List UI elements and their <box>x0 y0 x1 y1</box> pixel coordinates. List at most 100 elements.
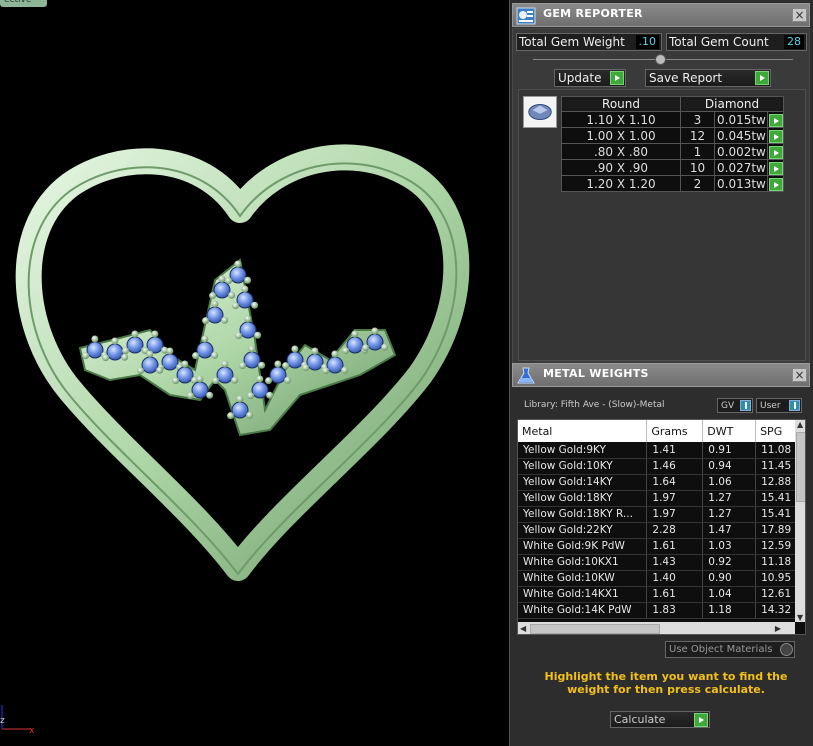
gear-icon <box>780 643 793 656</box>
metal-name-cell: White Gold:9K PdW <box>518 538 648 555</box>
prong <box>239 362 247 370</box>
dwt-cell: 1.03 <box>702 538 757 555</box>
prong <box>251 301 259 309</box>
total-gem-count-field: Total Gem Count 28 <box>666 33 807 51</box>
metal-row[interactable]: White Gold:14K PdW 1.83 1.18 14.32 <box>518 602 804 619</box>
update-button-label: Update <box>558 71 602 85</box>
gem-reporter-header[interactable]: GEM REPORTER × <box>512 3 810 27</box>
diamond-stone <box>326 356 344 374</box>
column-header-grams[interactable]: Grams <box>646 420 704 442</box>
prong <box>331 350 339 358</box>
round-diamond-thumbnail[interactable] <box>523 96 557 128</box>
select-gem-button[interactable] <box>767 127 784 144</box>
viewport-3d[interactable]: ective z x <box>0 0 509 746</box>
gem-row[interactable]: 1.00 X 1.00 12 0.045tw <box>561 127 784 144</box>
metal-table: Metal Grams DWT SPG Yellow Gold:9KY 1.41 0… <box>518 420 804 619</box>
library-label: Library: Fifth Ave - (Slow)-Metal <box>524 400 665 410</box>
metal-row[interactable]: White Gold:9K PdW 1.61 1.03 12.59 <box>518 538 804 555</box>
prong <box>235 332 243 340</box>
scroll-right-icon[interactable]: ▶ <box>775 624 781 633</box>
prong <box>284 376 292 384</box>
toggle-switch-icon <box>740 400 751 411</box>
metal-name-cell: Yellow Gold:18KY R... <box>518 506 648 523</box>
gv-toggle[interactable]: GV <box>717 398 753 413</box>
dwt-cell: 1.06 <box>702 474 757 491</box>
gem-type-header: Diamond <box>680 96 784 112</box>
prong <box>351 330 359 338</box>
gem-count-cell: 1 <box>680 143 715 160</box>
column-header-dwt[interactable]: DWT <box>702 420 757 442</box>
user-toggle-label: User <box>760 401 781 411</box>
instruction-text: Highlight the item you want to find the … <box>544 670 788 696</box>
scroll-thumb[interactable] <box>796 432 805 502</box>
prong <box>187 392 195 400</box>
gem-row[interactable]: 1.10 X 1.10 3 0.015tw <box>561 111 784 128</box>
metal-row[interactable]: Yellow Gold:22KY 2.28 1.47 17.89 <box>518 522 804 539</box>
use-object-materials-button[interactable]: Use Object Materials <box>665 641 795 658</box>
select-gem-button[interactable] <box>767 143 784 160</box>
scroll-up-icon[interactable]: ▲ <box>797 420 803 429</box>
scroll-left-icon[interactable]: ◀ <box>520 624 526 633</box>
close-icon[interactable]: × <box>792 368 807 382</box>
metal-weights-header[interactable]: METAL WEIGHTS × <box>512 363 810 387</box>
metal-table-container: Metal Grams DWT SPG Yellow Gold:9KY 1.41 0… <box>517 419 806 635</box>
diamond-stone <box>216 366 234 384</box>
save-report-button[interactable]: Save Report <box>645 69 771 87</box>
play-arrow-icon <box>768 145 783 159</box>
prong <box>241 285 249 293</box>
gem-row[interactable]: .90 X .90 10 0.027tw <box>561 159 784 176</box>
dwt-cell: 1.47 <box>702 522 757 539</box>
metal-row[interactable]: Yellow Gold:9KY 1.41 0.91 11.08 <box>518 442 804 459</box>
gem-row[interactable]: 1.20 X 1.20 2 0.013tw <box>561 175 784 192</box>
diamond-stone <box>231 401 249 419</box>
metal-row[interactable]: White Gold:10KW 1.40 0.90 10.95 <box>518 570 804 587</box>
gem-shape-header: Round <box>561 96 681 112</box>
select-gem-button[interactable] <box>767 111 784 128</box>
diamond-stone <box>251 381 269 399</box>
prong <box>266 391 274 399</box>
horizontal-scrollbar[interactable]: ◀ ▶ <box>518 622 795 634</box>
gem-list-area: Round Diamond 1.10 X 1.10 3 0.015tw 1.00 X … <box>518 89 806 361</box>
metal-row[interactable]: Yellow Gold:14KY 1.64 1.06 12.88 <box>518 474 804 491</box>
gem-size-cell: 1.00 X 1.00 <box>561 127 681 144</box>
metal-row[interactable]: Yellow Gold:18KY R... 1.97 1.27 15.41 <box>518 506 804 523</box>
metal-row[interactable]: Yellow Gold:18KY 1.97 1.27 15.41 <box>518 490 804 507</box>
metal-row[interactable]: Yellow Gold:10KY 1.46 0.94 11.45 <box>518 458 804 475</box>
select-gem-button[interactable] <box>767 175 784 192</box>
diamond-stone <box>191 381 209 399</box>
gem-count-cell: 12 <box>680 127 715 144</box>
prong <box>244 315 252 323</box>
close-icon[interactable]: × <box>792 8 807 22</box>
gem-row[interactable]: .80 X .80 1 0.002tw <box>561 143 784 160</box>
prong <box>256 375 264 383</box>
vertical-scrollbar[interactable]: ▲ ▼ <box>795 420 805 622</box>
prong <box>381 343 389 351</box>
select-gem-button[interactable] <box>767 159 784 176</box>
prong <box>248 345 256 353</box>
prong <box>82 352 90 360</box>
gem-size-cell: 1.10 X 1.10 <box>561 111 681 128</box>
metal-weights-title: METAL WEIGHTS <box>543 367 649 380</box>
column-header-metal[interactable]: Metal <box>518 420 648 442</box>
prong <box>227 412 235 420</box>
scroll-down-icon[interactable]: ▼ <box>797 613 803 622</box>
diamond-stone <box>366 333 384 351</box>
prong <box>196 375 204 383</box>
prong <box>192 352 200 360</box>
update-button[interactable]: Update <box>554 69 626 87</box>
user-toggle[interactable]: User <box>756 398 802 413</box>
prong <box>156 366 164 374</box>
metal-name-cell: Yellow Gold:22KY <box>518 522 648 539</box>
prong <box>244 276 252 284</box>
gem-reporter-title: GEM REPORTER <box>543 7 643 20</box>
calculate-button[interactable]: Calculate <box>610 711 710 728</box>
dwt-cell: 0.92 <box>702 554 757 571</box>
diamond-stone <box>346 336 364 354</box>
metal-row[interactable]: White Gold:14KX1 1.61 1.04 12.61 <box>518 586 804 603</box>
panel-divider-handle[interactable] <box>655 54 666 65</box>
scroll-thumb[interactable] <box>530 624 660 634</box>
prong <box>362 344 370 352</box>
play-arrow-icon <box>768 177 783 191</box>
metal-row[interactable]: White Gold:10KX1 1.43 0.92 11.18 <box>518 554 804 571</box>
prong <box>282 362 290 370</box>
